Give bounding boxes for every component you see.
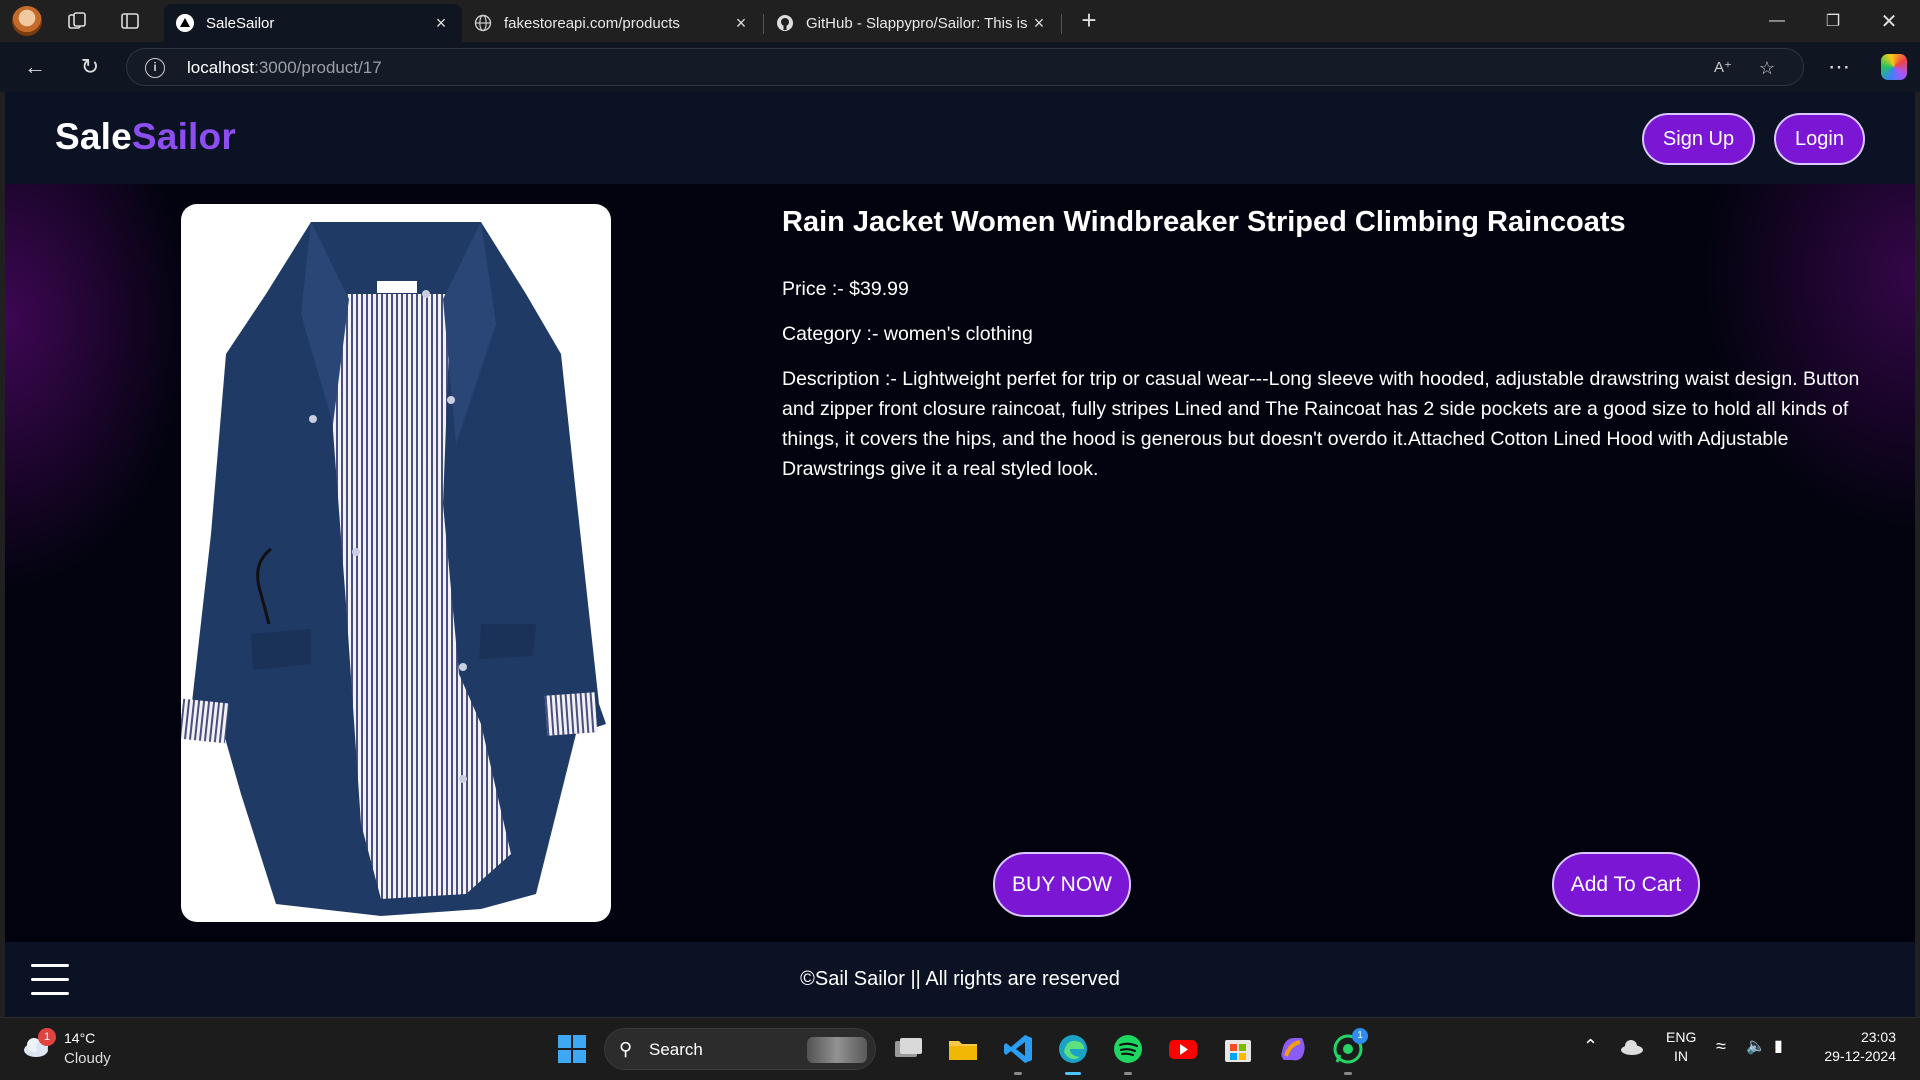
jacket-illustration	[181, 222, 606, 916]
clock-date: 29-12-2024	[1824, 1048, 1896, 1064]
logo-text-sailor: Sailor	[131, 116, 236, 157]
site-footer: ©Sail Sailor || All rights are reserved	[5, 942, 1915, 1017]
info-icon[interactable]: i	[145, 58, 165, 78]
copilot-app-icon[interactable]	[1276, 1032, 1310, 1066]
product-price: Price :- $39.99	[782, 278, 909, 300]
onedrive-cloud-icon[interactable]	[1620, 1038, 1644, 1056]
tab-github[interactable]: GitHub - Slappypro/Sailor: This is ×	[764, 4, 1060, 42]
workspaces-icon[interactable]	[66, 10, 88, 32]
whatsapp-badge: 1	[1352, 1028, 1368, 1044]
weather-condition[interactable]: Cloudy	[64, 1050, 111, 1067]
read-aloud-icon[interactable]: A⁺	[1712, 57, 1734, 79]
profile-avatar[interactable]	[12, 6, 42, 36]
taskbar-search[interactable]: ⚲ Search	[604, 1028, 876, 1070]
globe-icon	[474, 14, 492, 32]
youtube-icon[interactable]	[1166, 1032, 1200, 1066]
tab-label: fakestoreapi.com/products	[504, 14, 680, 32]
running-indicator	[1124, 1072, 1132, 1075]
running-indicator	[1014, 1072, 1022, 1075]
product-image	[181, 204, 611, 922]
volume-icon[interactable]: 🔈	[1746, 1036, 1766, 1056]
page-viewport: SaleSailor Sign Up Login Rain Jacket Wom…	[5, 92, 1915, 1017]
more-options-icon[interactable]: ⋯	[1826, 54, 1852, 80]
spotify-icon[interactable]	[1111, 1032, 1145, 1066]
sign-up-button[interactable]: Sign Up	[1642, 113, 1755, 165]
copilot-icon[interactable]	[1881, 54, 1907, 80]
vertical-tabs-icon[interactable]	[119, 10, 141, 32]
restore-button[interactable]: ❐	[1805, 0, 1861, 42]
site-logo[interactable]: SaleSailor	[55, 116, 236, 158]
tab-divider	[1061, 14, 1062, 34]
tab-label: GitHub - Slappypro/Sailor: This is	[806, 14, 1028, 32]
close-icon[interactable]: ×	[1030, 13, 1048, 34]
github-icon	[777, 15, 793, 31]
chevron-up-icon[interactable]: ⌃	[1583, 1036, 1598, 1057]
back-arrow-icon[interactable]: ←	[22, 54, 48, 80]
product-title: Rain Jacket Women Windbreaker Striped Cl…	[782, 206, 1626, 238]
copyright-text: ©Sail Sailor || All rights are reserved	[800, 968, 1120, 990]
close-icon[interactable]: ×	[732, 13, 750, 34]
address-bar[interactable]: i localhost:3000/product/17 A⁺ ☆	[126, 48, 1804, 86]
tab-label: SaleSailor	[206, 14, 275, 32]
clock[interactable]: 23:03 29-12-2024	[1816, 1029, 1896, 1064]
lang-in: IN	[1674, 1048, 1688, 1064]
weather-badge: 1	[38, 1028, 56, 1046]
running-indicator	[1344, 1072, 1352, 1075]
battery-icon[interactable]: ▮	[1774, 1036, 1783, 1056]
windows-start-icon[interactable]	[555, 1032, 589, 1066]
url-text[interactable]: localhost:3000/product/17	[187, 58, 382, 78]
add-to-cart-button[interactable]: Add To Cart	[1552, 852, 1700, 917]
site-header: SaleSailor Sign Up Login	[5, 92, 1915, 184]
logo-text-sale: Sale	[55, 116, 132, 157]
browser-tab-strip: SaleSailor × fakestoreapi.com/products ×…	[0, 0, 1920, 42]
windows-taskbar: 1 14°C Cloudy ⚲ Search 1 ⌃ ENG IN ≈ 🔈 ▮ 2…	[0, 1017, 1920, 1080]
product-description: Description :- Lightweight perfet for tr…	[782, 368, 1860, 480]
vercel-triangle-icon	[176, 14, 194, 32]
url-host: localhost	[187, 58, 255, 77]
refresh-icon[interactable]: ↻	[77, 54, 103, 80]
tab-fakestoreapi[interactable]: fakestoreapi.com/products ×	[462, 4, 762, 42]
microsoft-store-icon[interactable]	[1221, 1032, 1255, 1066]
product-category: Category :- women's clothing	[782, 323, 1033, 345]
vscode-icon[interactable]	[1001, 1032, 1035, 1066]
product-info: Rain Jacket Women Windbreaker Striped Cl…	[782, 202, 1892, 484]
active-indicator	[1065, 1072, 1081, 1075]
login-button[interactable]: Login	[1774, 113, 1865, 165]
url-path: :3000/product/17	[254, 58, 382, 77]
product-section: Rain Jacket Women Windbreaker Striped Cl…	[5, 184, 1915, 942]
address-bar-row: ← ↻ i localhost:3000/product/17 A⁺ ☆ ⋯	[0, 42, 1920, 92]
close-icon[interactable]: ×	[432, 13, 450, 34]
clock-time: 23:03	[1860, 1029, 1896, 1045]
favorite-star-icon[interactable]: ☆	[1756, 57, 1778, 79]
new-tab-button[interactable]: +	[1074, 6, 1104, 36]
language-indicator[interactable]: ENG IN	[1666, 1029, 1696, 1064]
wifi-icon[interactable]: ≈	[1716, 1036, 1726, 1057]
minimize-button[interactable]: —	[1749, 0, 1805, 42]
buy-now-button[interactable]: BUY NOW	[993, 852, 1131, 917]
close-window-button[interactable]: ✕	[1861, 0, 1917, 42]
search-highlight-image	[807, 1037, 867, 1063]
file-explorer-icon[interactable]	[946, 1032, 980, 1066]
edge-icon[interactable]	[1056, 1032, 1090, 1066]
task-view-icon[interactable]	[891, 1032, 925, 1066]
tab-salesailor[interactable]: SaleSailor ×	[164, 4, 462, 42]
search-icon: ⚲	[619, 1039, 633, 1059]
weather-temperature[interactable]: 14°C	[64, 1030, 95, 1046]
search-label: Search	[649, 1040, 703, 1059]
lang-eng: ENG	[1666, 1029, 1697, 1045]
